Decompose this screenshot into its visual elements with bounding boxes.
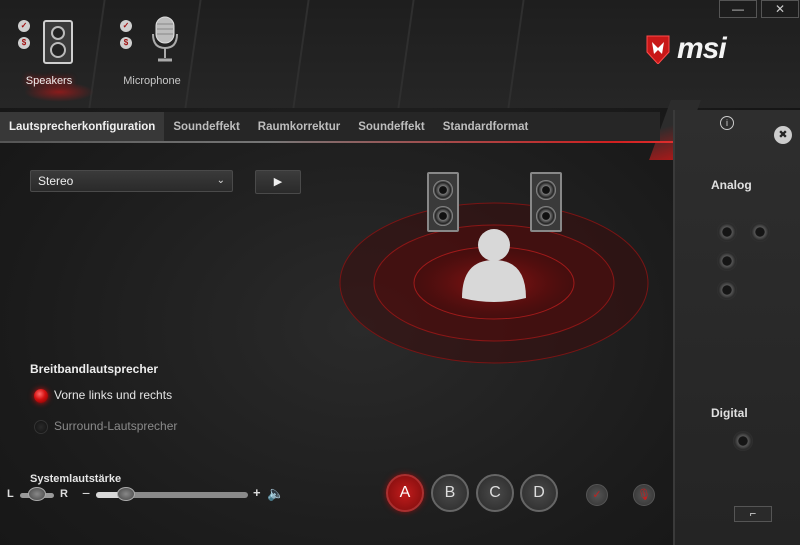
settings-tool-icon[interactable]: ✖ <box>774 126 792 144</box>
balance-right-label: R <box>60 488 68 500</box>
preset-c-button[interactable]: C <box>476 474 514 512</box>
mini-info-icon[interactable]: $ <box>120 37 132 49</box>
close-button[interactable]: ✕ <box>761 0 799 18</box>
radio-surround[interactable]: Surround-Lautsprecher <box>34 419 177 434</box>
digital-jack[interactable] <box>733 431 753 451</box>
connector-panel <box>673 110 800 545</box>
radio-front-left-right[interactable]: Vorne links und rechts <box>34 388 172 403</box>
radio-on-icon <box>34 388 48 403</box>
front-right-speaker[interactable] <box>530 172 562 232</box>
preset-b-button[interactable]: B <box>431 474 469 512</box>
microphone-small-icon[interactable]: 🎙 <box>633 484 655 506</box>
header-decor <box>397 0 415 108</box>
studio-microphone-icon <box>152 16 178 62</box>
speaker-config-select[interactable]: Stereo ⌄ <box>30 170 233 192</box>
breitband-title: Breitbandlautsprecher <box>30 362 159 376</box>
analog-title: Analog <box>711 178 752 192</box>
analog-jack[interactable] <box>717 251 737 271</box>
speakers-glow <box>24 82 94 102</box>
device-microphone[interactable]: ✓ $ Microphone <box>112 16 192 87</box>
radio-label: Vorne links und rechts <box>54 388 173 402</box>
info-icon[interactable]: i <box>720 116 734 130</box>
tab-soundeffekt[interactable]: Soundeffekt <box>164 112 248 142</box>
volume-knob[interactable] <box>117 487 136 501</box>
tab-standardformat[interactable]: Standardformat <box>434 112 538 142</box>
speaker-cone <box>433 206 453 226</box>
speaker-cone <box>433 180 453 200</box>
speakers-mini-buttons: ✓ $ <box>18 20 32 54</box>
volume-plus[interactable]: + <box>253 485 261 500</box>
speaker-stage <box>330 160 660 380</box>
balance-knob[interactable] <box>28 487 46 501</box>
device-speakers[interactable]: ✓ $ Speakers <box>18 20 94 102</box>
minimize-button[interactable]: — <box>719 0 757 18</box>
speaker-cone <box>536 206 556 226</box>
header: ✓ $ Speakers ✓ $ Microphone — ✕ msi <box>0 0 800 108</box>
app-window: ✓ $ Speakers ✓ $ Microphone — ✕ msi Laut… <box>0 0 800 545</box>
tab-bar: Lautsprecherkonfiguration Soundeffekt Ra… <box>0 111 660 142</box>
play-test-button[interactable]: ▶ <box>255 170 301 194</box>
mini-check-icon[interactable]: ✓ <box>120 20 132 32</box>
tab-raumkorrektur[interactable]: Raumkorrektur <box>249 112 349 142</box>
mic-mini-buttons: ✓ $ <box>120 20 134 54</box>
tab-lautsprecherkonfiguration[interactable]: Lautsprecherkonfiguration <box>0 111 165 142</box>
analog-jack[interactable] <box>717 280 737 300</box>
preset-d-button[interactable]: D <box>520 474 558 512</box>
speaker-cone <box>536 180 556 200</box>
sound-field <box>339 202 649 364</box>
front-left-speaker[interactable] <box>427 172 459 232</box>
radio-off-icon <box>34 419 48 434</box>
volume-minus[interactable]: − <box>82 485 90 501</box>
tab-underline <box>0 141 680 143</box>
msi-logo: msi <box>645 32 727 66</box>
radio-label: Surround-Lautsprecher <box>54 419 178 433</box>
chevron-down-icon: ⌄ <box>216 175 225 186</box>
analog-jack[interactable] <box>750 222 770 242</box>
tab-soundeffekt-2[interactable]: Soundeffekt <box>349 112 433 142</box>
analog-jack[interactable] <box>717 222 737 242</box>
digital-title: Digital <box>711 406 748 420</box>
balance-left-label: L <box>7 488 14 500</box>
advanced-settings-button[interactable]: ⌐ <box>734 506 772 522</box>
microphone-label: Microphone <box>123 75 181 87</box>
speaker-cabinet-icon <box>43 20 73 64</box>
speaker-config-value: Stereo <box>38 174 74 188</box>
checkmark-icon[interactable]: ✓ <box>586 484 608 506</box>
dragon-shield-icon <box>646 35 670 64</box>
mini-info-icon[interactable]: $ <box>18 37 30 49</box>
brand-name: msi <box>677 32 727 65</box>
speaker-volume-icon[interactable]: 🔈 <box>267 485 284 502</box>
preset-a-button[interactable]: A <box>386 474 424 512</box>
system-volume-title: Systemlautstärke <box>30 473 122 485</box>
header-decor <box>292 0 310 108</box>
mini-check-icon[interactable]: ✓ <box>18 20 30 32</box>
header-decor <box>507 0 525 108</box>
